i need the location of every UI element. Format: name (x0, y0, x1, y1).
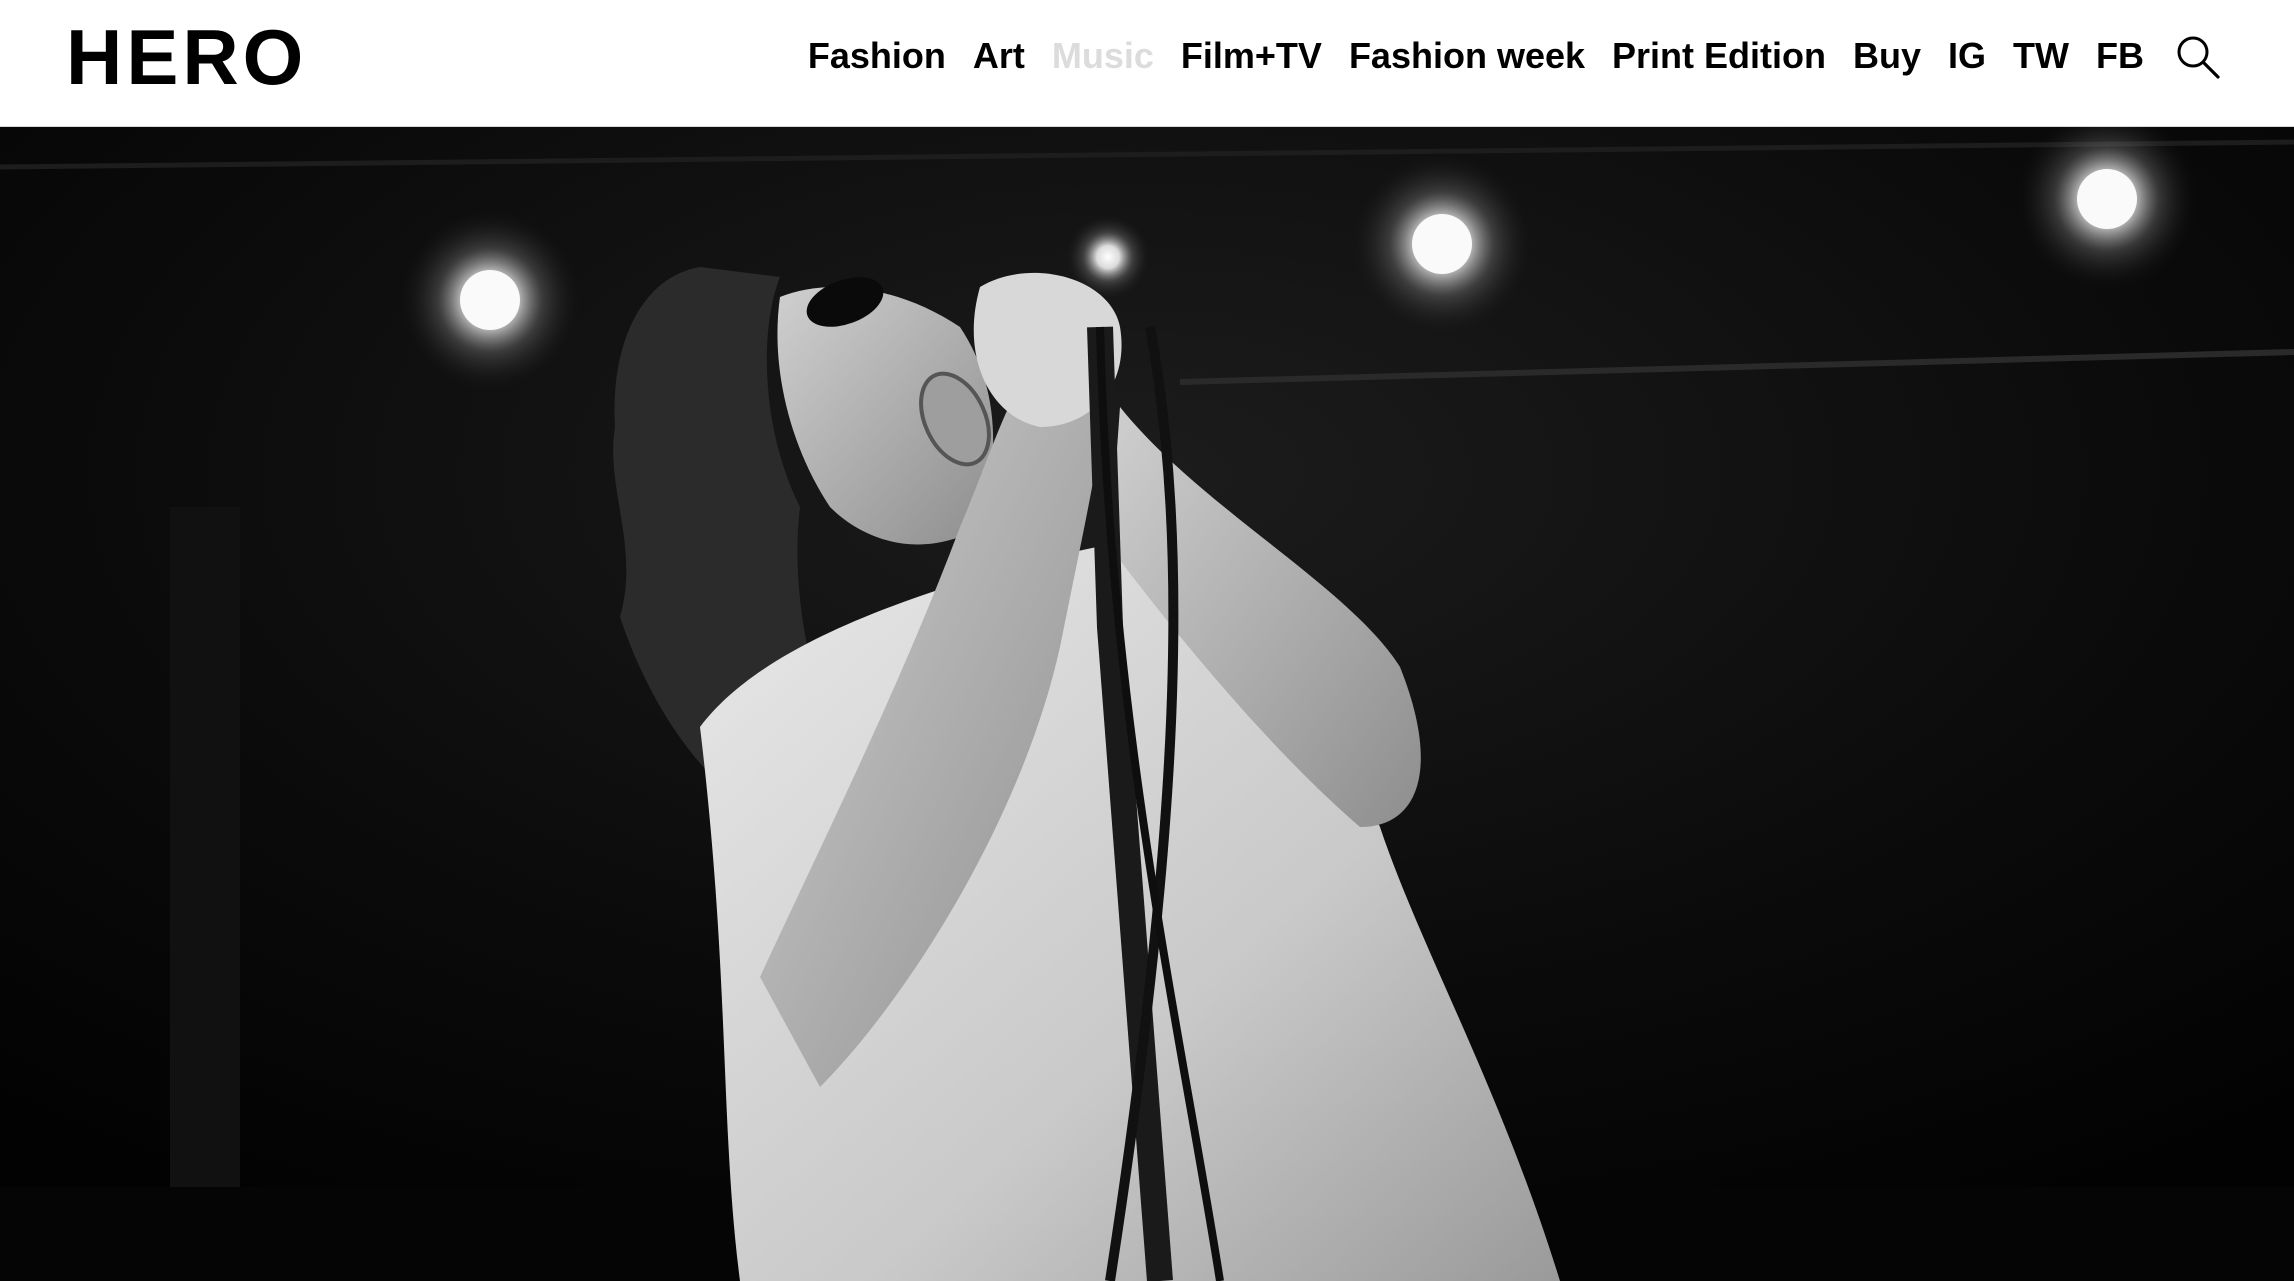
nav-item-buy[interactable]: Buy (1853, 28, 1921, 84)
concert-singer-image (0, 127, 2294, 1281)
nav-item-music[interactable]: Music (1052, 28, 1154, 84)
nav-item-facebook[interactable]: FB (2096, 28, 2144, 84)
hero-photo[interactable] (0, 127, 2294, 1281)
nav-item-fashion[interactable]: Fashion (808, 28, 946, 84)
nav-item-fashion-week[interactable]: Fashion week (1349, 28, 1585, 84)
nav-item-film-tv[interactable]: Film+TV (1181, 28, 1322, 84)
nav-item-print-edition[interactable]: Print Edition (1612, 28, 1826, 84)
main-nav: Fashion Art Music Film+TV Fashion week P… (808, 28, 2144, 84)
nav-item-twitter[interactable]: TW (2013, 28, 2069, 84)
search-icon (2177, 36, 2220, 79)
page: HERO Fashion Art Music Film+TV Fashion w… (0, 0, 2294, 1281)
search-button[interactable] (2175, 34, 2221, 80)
nav-item-art[interactable]: Art (973, 28, 1025, 84)
nav-item-instagram[interactable]: IG (1948, 28, 1986, 84)
site-header: HERO Fashion Art Music Film+TV Fashion w… (0, 0, 2294, 127)
site-logo[interactable]: HERO (66, 18, 307, 96)
